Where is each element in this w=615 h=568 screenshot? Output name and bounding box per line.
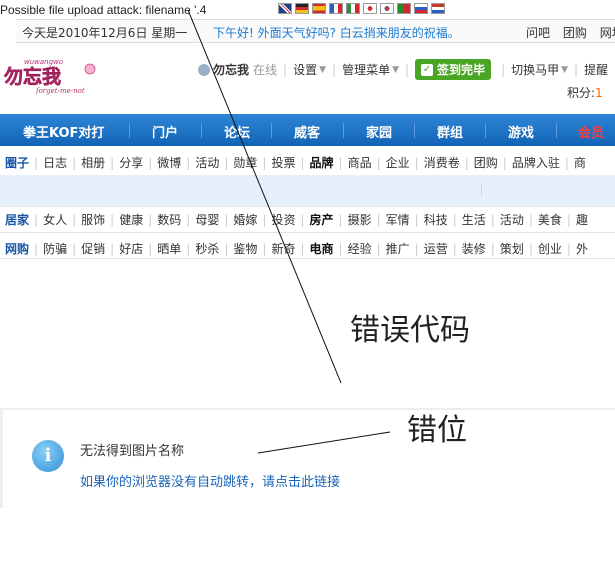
notice-title: 无法得到图片名称: [80, 444, 185, 459]
redirect-link[interactable]: 如果你的浏览器没有自动跳转，请点击此链接: [80, 471, 340, 490]
annotation-line-error: [187, 9, 342, 384]
annotation-misaligned: 错位: [407, 413, 467, 448]
info-icon: i: [32, 440, 64, 472]
annotation-error-code: 错误代码: [350, 313, 470, 348]
